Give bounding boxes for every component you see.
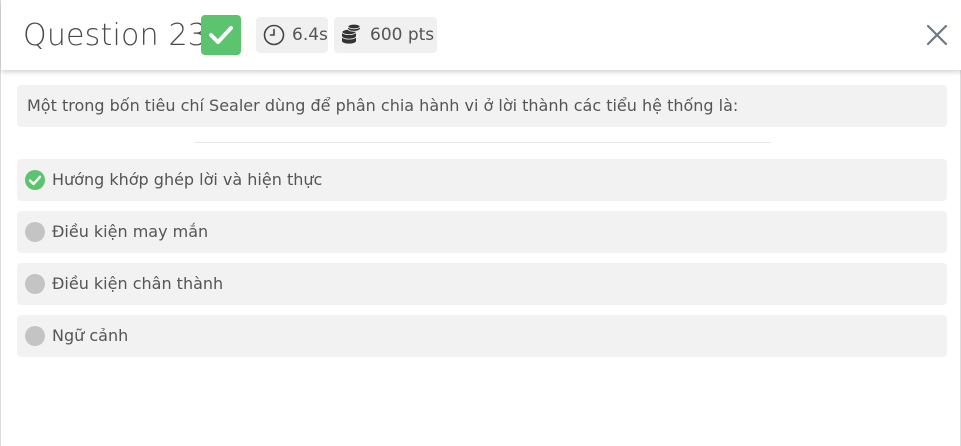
answer-option-label: Hướng khớp ghép lời và hiện thực: [52, 170, 323, 189]
question-header: Question 23 6.4s 600 pts: [1, 0, 961, 70]
quiz-panel: Question 23 6.4s 600 pts Một trong bốn t…: [0, 0, 961, 446]
points-pill: 600 pts: [334, 17, 437, 53]
correct-status-badge: [201, 15, 241, 55]
answer-option-label: Điều kiện may mắn: [52, 222, 209, 241]
answer-option-4[interactable]: Ngữ cảnh: [17, 315, 947, 357]
question-text: Một trong bốn tiêu chí Sealer dùng để ph…: [27, 96, 739, 115]
time-pill: 6.4s: [256, 17, 328, 53]
question-text-box: Một trong bốn tiêu chí Sealer dùng để ph…: [17, 85, 947, 127]
answer-option-label: Điều kiện chân thành: [52, 274, 224, 293]
clock-icon: [263, 24, 285, 46]
close-icon[interactable]: [925, 23, 949, 47]
divider: [195, 142, 771, 143]
answer-option-label: Ngữ cảnh: [52, 326, 129, 345]
answer-option-3[interactable]: Điều kiện chân thành: [17, 263, 947, 305]
question-title: Question 23: [23, 18, 208, 53]
time-value: 6.4s: [292, 25, 328, 45]
unselected-dot-icon: [25, 274, 45, 294]
close-button[interactable]: [925, 23, 949, 47]
correct-check-icon: [25, 170, 45, 190]
coins-icon: [341, 24, 361, 44]
unselected-dot-icon: [25, 222, 45, 242]
answer-option-1[interactable]: Hướng khớp ghép lời và hiện thực: [17, 159, 947, 201]
points-value: 600 pts: [370, 25, 435, 45]
checkmark-icon: [209, 26, 233, 44]
unselected-dot-icon: [25, 326, 45, 346]
answer-option-2[interactable]: Điều kiện may mắn: [17, 211, 947, 253]
